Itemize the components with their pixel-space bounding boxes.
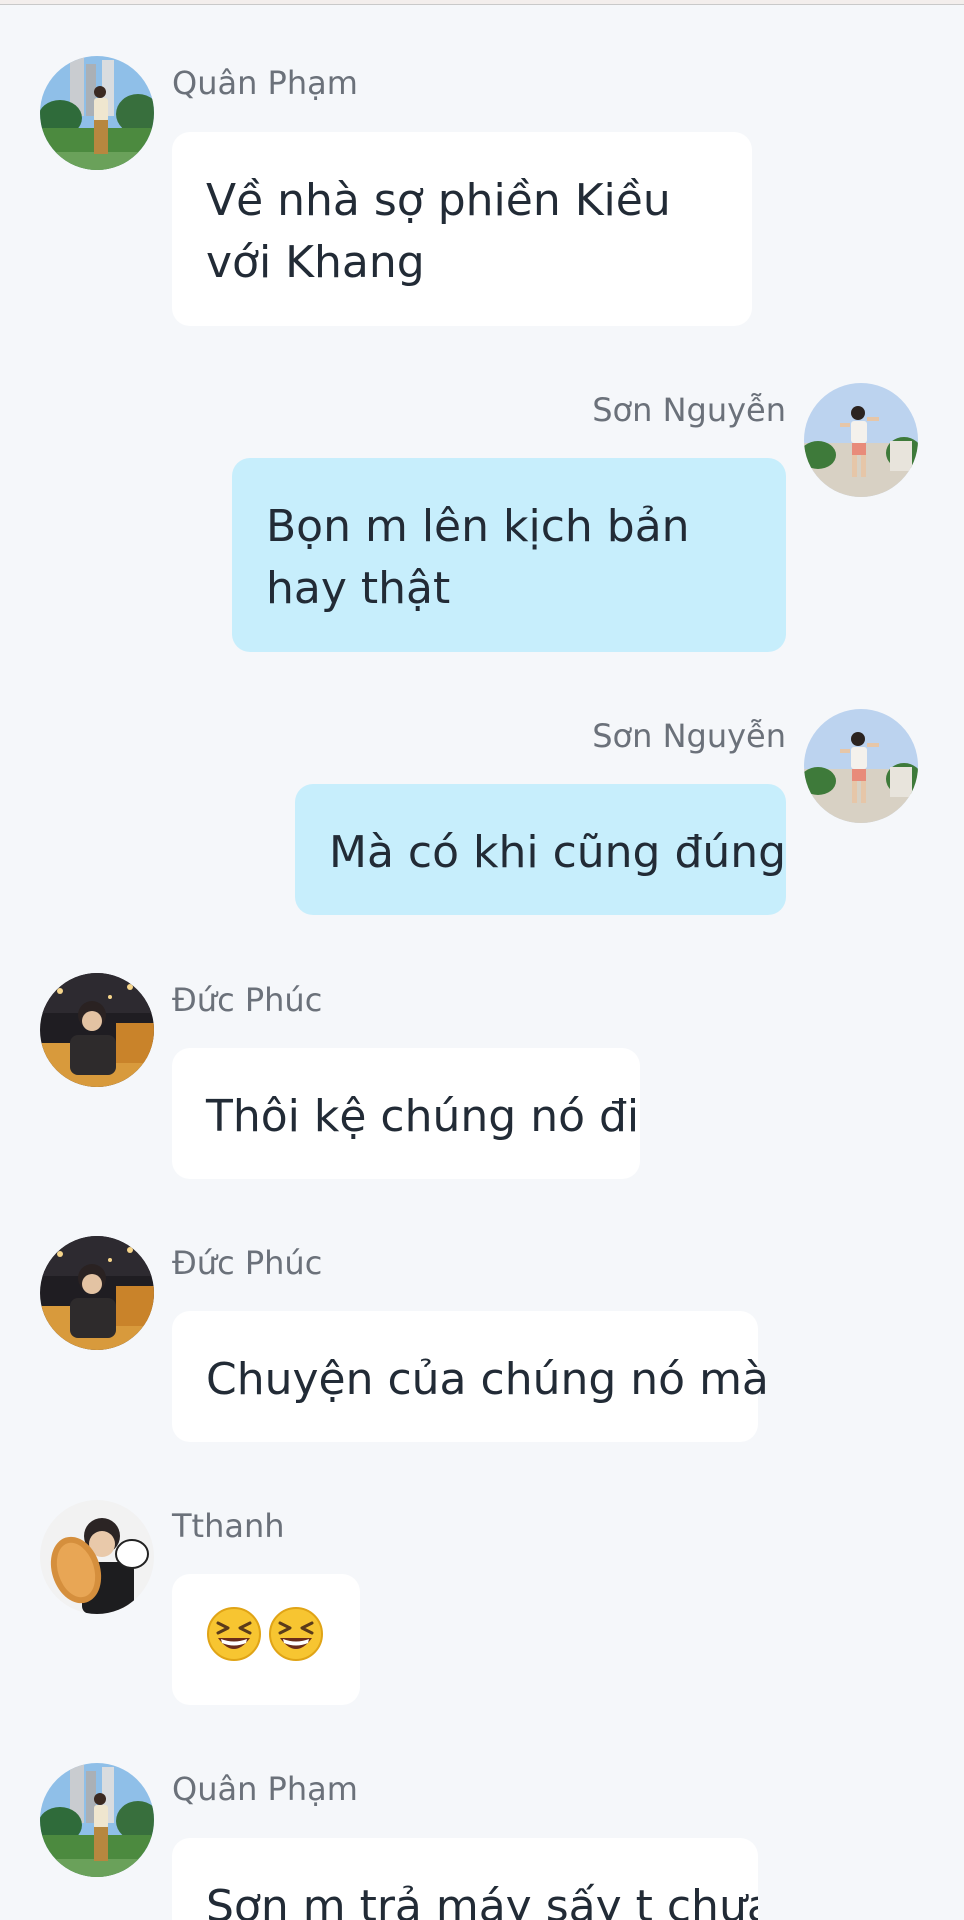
avatar-tthanh[interactable] bbox=[40, 1500, 154, 1614]
message-text: Bọn m lên kịch bản hay thật bbox=[266, 501, 690, 614]
avatar-quan[interactable] bbox=[40, 1763, 154, 1877]
message-bubble[interactable]: Thôi kệ chúng nó đi bbox=[172, 1048, 640, 1179]
sender-name: Đức Phúc bbox=[172, 1244, 323, 1282]
message-text: Về nhà sợ phiền Kiều với Khang bbox=[206, 175, 671, 288]
emoji-row bbox=[206, 1606, 360, 1662]
message-text: Chuyện của chúng nó mà bbox=[206, 1354, 769, 1405]
chat-thread[interactable]: Quân Phạm Về nhà sợ phiền Kiều với Khang bbox=[0, 0, 964, 1920]
message-bubble[interactable]: Mà có khi cũng đúng bbox=[295, 784, 786, 915]
message-bubble[interactable] bbox=[172, 1574, 360, 1705]
avatar-phuc[interactable] bbox=[40, 1236, 154, 1350]
message-bubble[interactable]: Về nhà sợ phiền Kiều với Khang bbox=[172, 132, 752, 326]
message-text: Sơn m trả máy sấy t chưa bbox=[206, 1881, 758, 1920]
sender-name: Tthanh bbox=[172, 1507, 285, 1545]
sender-name: Sơn Nguyễn bbox=[592, 717, 786, 755]
message-bubble[interactable]: Chuyện của chúng nó mà bbox=[172, 1311, 769, 1442]
avatar-son[interactable] bbox=[804, 709, 918, 823]
laughing-face-icon bbox=[207, 1607, 261, 1661]
laughing-face-icon bbox=[269, 1607, 323, 1661]
sender-name: Quân Phạm bbox=[172, 1770, 358, 1808]
sender-name: Sơn Nguyễn bbox=[592, 391, 786, 429]
message-text: Thôi kệ chúng nó đi bbox=[206, 1091, 640, 1142]
avatar-quan[interactable] bbox=[40, 56, 154, 170]
message-bubble[interactable]: Bọn m lên kịch bản hay thật bbox=[232, 458, 786, 652]
avatar-son[interactable] bbox=[804, 383, 918, 497]
sender-name: Đức Phúc bbox=[172, 981, 323, 1019]
avatar-phuc[interactable] bbox=[40, 973, 154, 1087]
sender-name: Quân Phạm bbox=[172, 64, 358, 102]
message-bubble[interactable]: Sơn m trả máy sấy t chưa bbox=[172, 1838, 758, 1920]
message-text: Mà có khi cũng đúng bbox=[329, 827, 787, 878]
